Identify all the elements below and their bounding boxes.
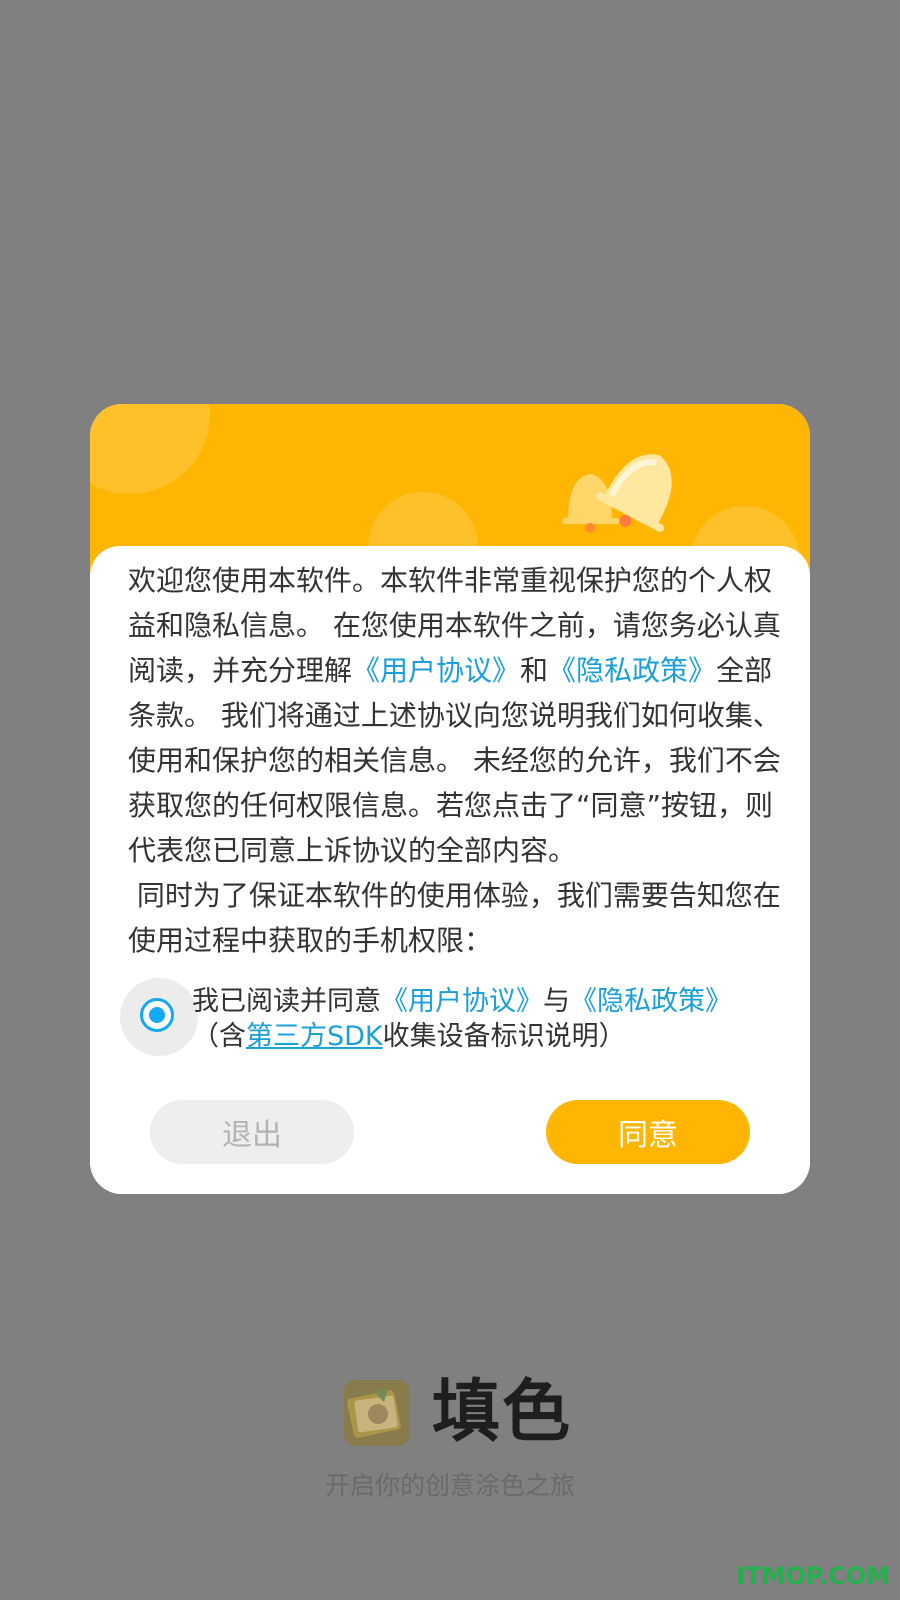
- app-slogan: 开启你的创意涂色之旅: [324, 1471, 575, 1500]
- intro-text: 欢迎您使用本软件。本软件非常重视保护您的个人权益和隐私信息。 在您使用本软件之前…: [128, 558, 784, 963]
- app-name: 填色: [432, 1373, 573, 1452]
- consent-text: 我已阅读并同意《用户协议》与《隐私政策》 （含第三方SDK收集设备标识说明）: [192, 984, 792, 1054]
- consent-with-word: 与: [543, 986, 570, 1017]
- intro-paragraph-2: 同时为了保证本软件的使用体验，我们需要告知您在使用过程中获取的手机权限：: [128, 879, 781, 957]
- consent-user-agreement-link[interactable]: 《用户协议》: [381, 986, 543, 1017]
- user-agreement-link[interactable]: 《用户协议》: [352, 654, 520, 687]
- consent-radio[interactable]: [140, 998, 174, 1032]
- and-word: 和: [520, 654, 549, 687]
- splash-logo-row: 填色: [344, 1378, 572, 1448]
- consent-suffix: 收集设备标识说明）: [382, 1021, 626, 1052]
- decor-bubble: [90, 404, 210, 494]
- consent-paren-open: （含: [192, 1021, 246, 1052]
- agree-button[interactable]: 同意: [546, 1100, 750, 1164]
- app-logo-icon: [344, 1380, 410, 1446]
- dialog-body: 欢迎您使用本软件。本软件非常重视保护您的个人权益和隐私信息。 在您使用本软件之前…: [90, 546, 810, 1194]
- bell-icon: [562, 454, 672, 533]
- privacy-dialog: 欢迎您使用本软件。本软件非常重视保护您的个人权益和隐私信息。 在您使用本软件之前…: [90, 404, 810, 1194]
- consent-privacy-policy-link[interactable]: 《隐私政策》: [570, 986, 732, 1017]
- consent-radio-halo[interactable]: [120, 978, 198, 1056]
- consent-prefix: 我已阅读并同意: [192, 986, 381, 1017]
- third-party-sdk-link[interactable]: 第三方SDK: [246, 1021, 383, 1052]
- exit-button[interactable]: 退出: [150, 1100, 354, 1164]
- consent-row: 我已阅读并同意《用户协议》与《隐私政策》 （含第三方SDK收集设备标识说明）: [120, 978, 800, 1058]
- radio-checked-dot: [149, 1007, 165, 1023]
- watermark: ITMOP.COM: [736, 1562, 890, 1590]
- privacy-policy-link[interactable]: 《隐私政策》: [548, 654, 716, 687]
- intro-paragraph-1: 欢迎您使用本软件。本软件非常重视保护您的个人权益和隐私信息。 在您使用本软件之前…: [128, 558, 784, 873]
